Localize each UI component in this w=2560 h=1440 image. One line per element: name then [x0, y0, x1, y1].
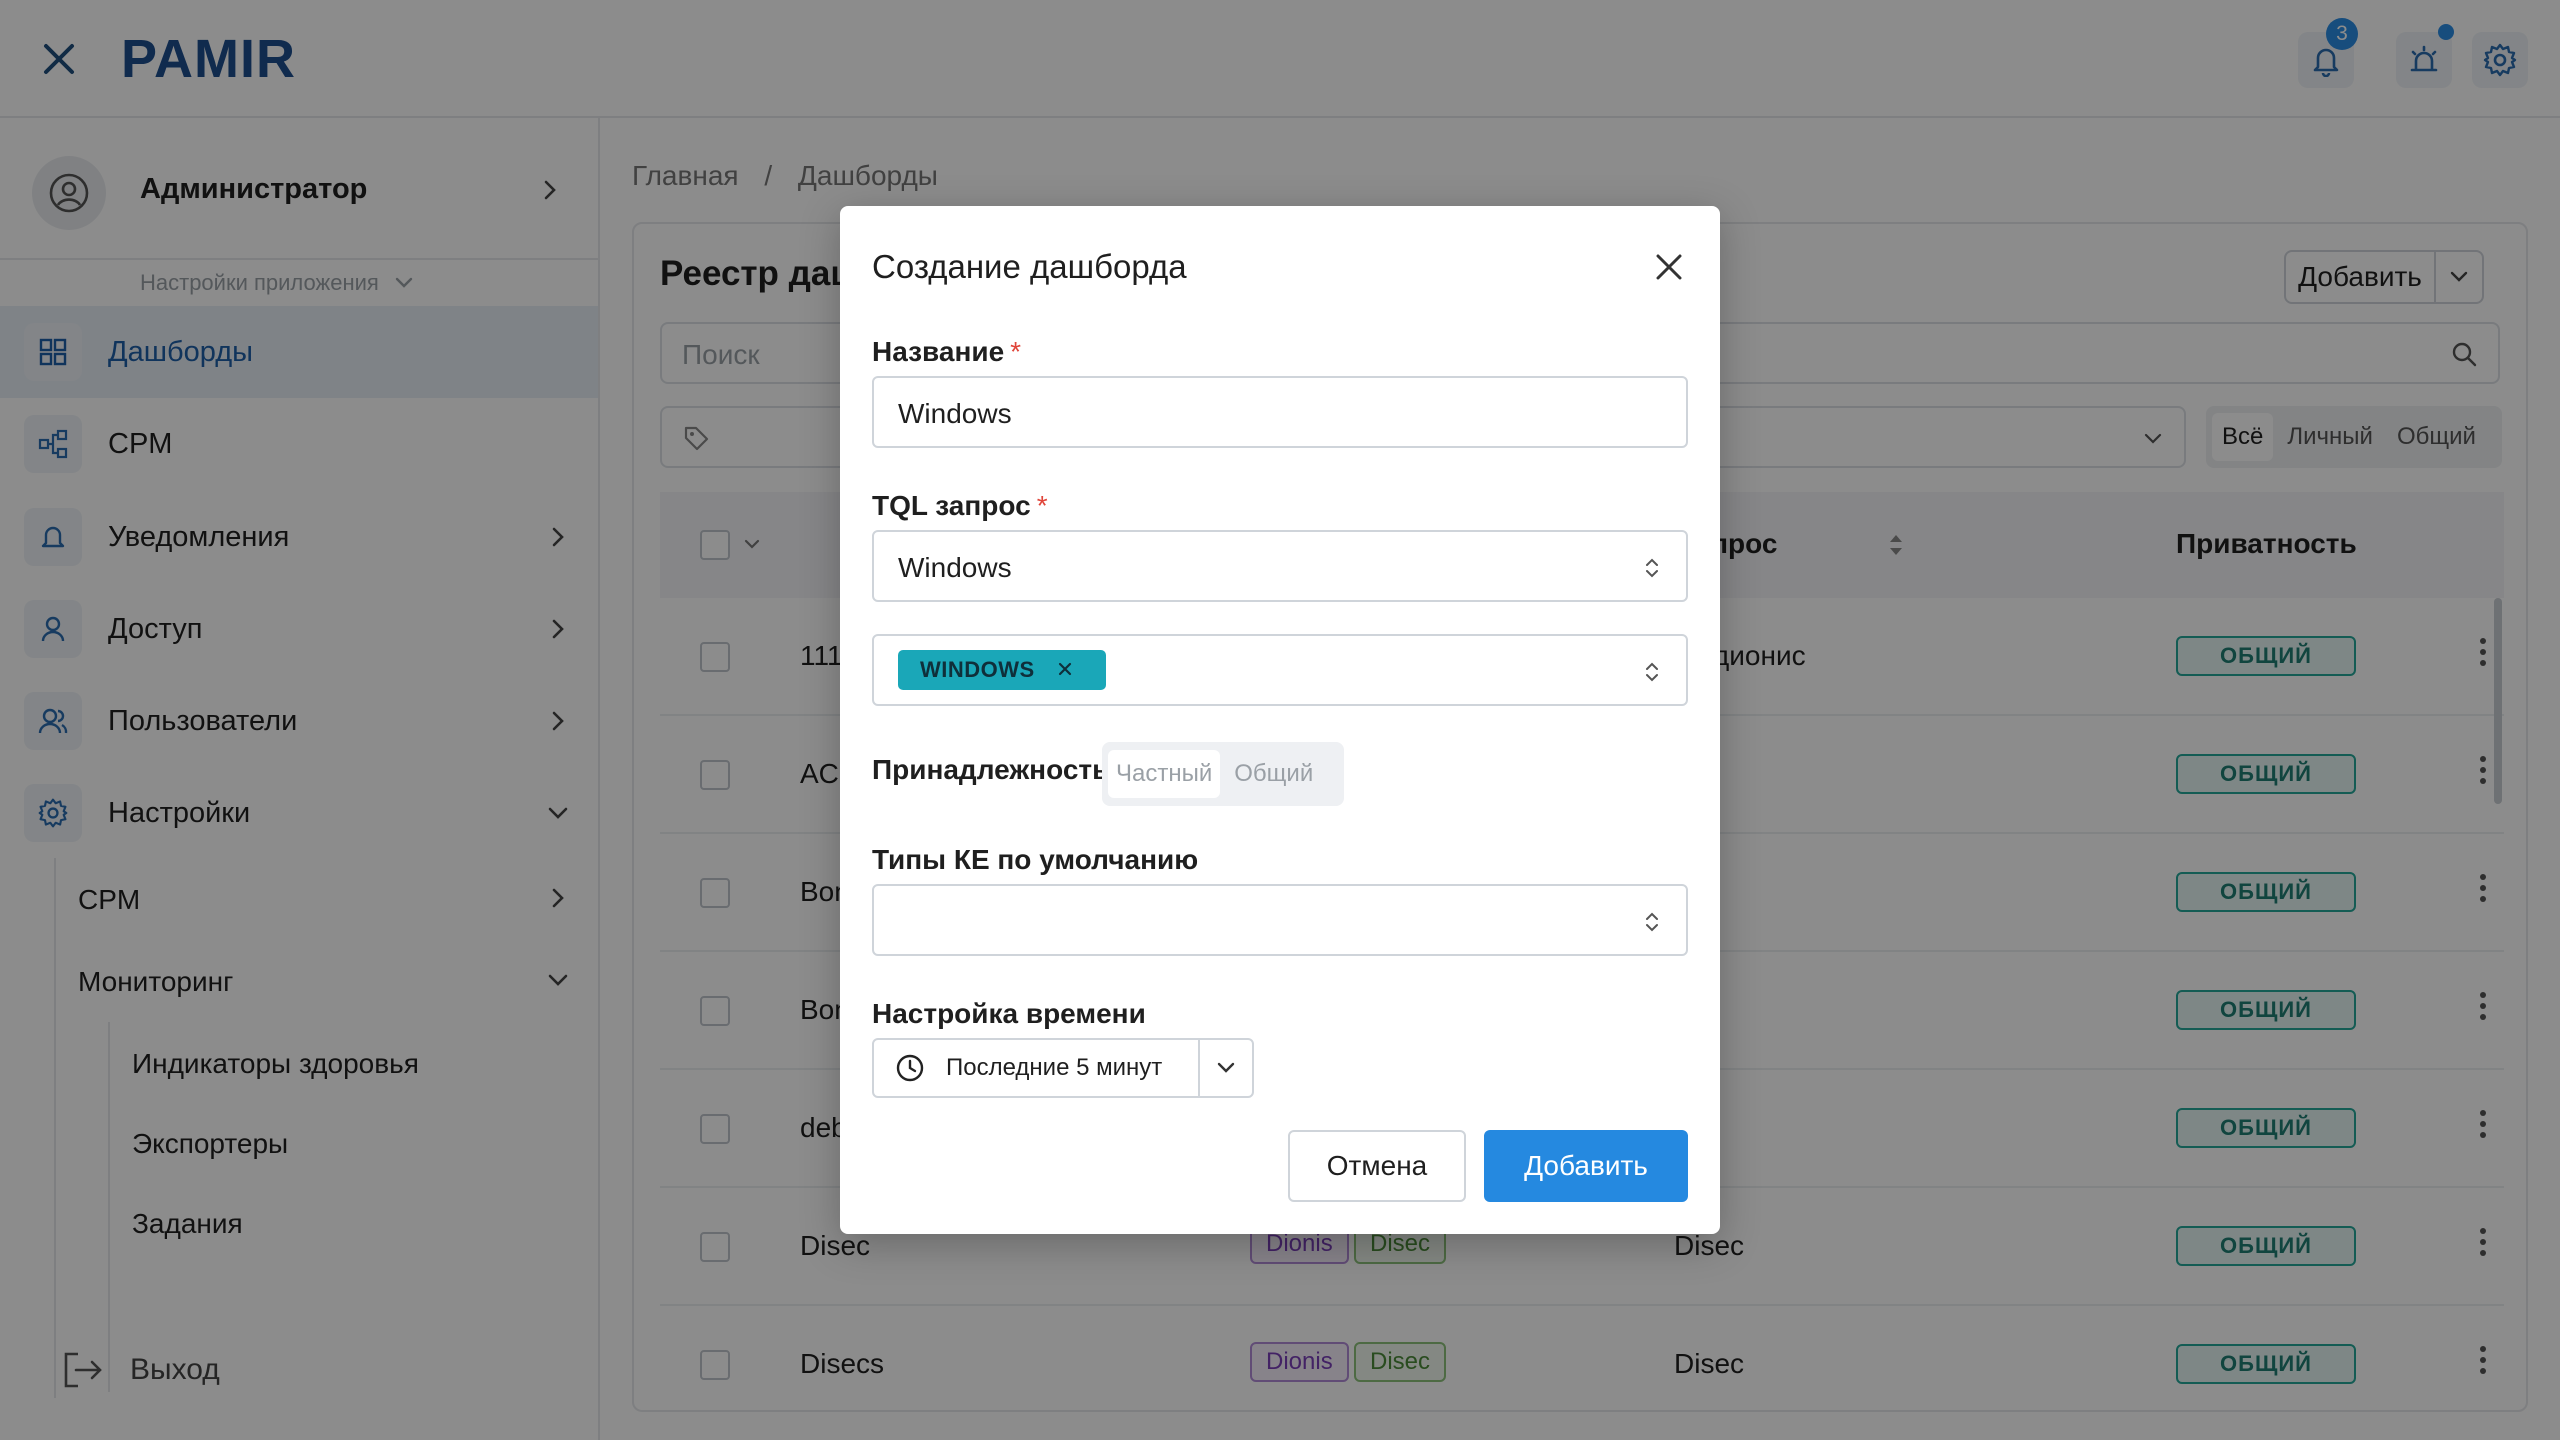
updown-chevron-icon [1646, 662, 1658, 682]
tql-query-select[interactable]: Windows [872, 530, 1688, 602]
name-input[interactable]: Windows [872, 376, 1688, 448]
chevron-down-icon [1217, 1062, 1235, 1073]
create-dashboard-dialog: Создание дашборда Название * Windows TQL … [840, 206, 1720, 1234]
ke-types-label: Типы КЕ по умолчанию [872, 844, 1199, 875]
close-icon[interactable] [1650, 248, 1688, 286]
updown-chevron-icon [1646, 558, 1658, 578]
ke-types-select[interactable] [872, 884, 1688, 956]
tql-field-label: TQL запрос * [872, 490, 1048, 521]
required-mark: * [1036, 490, 1048, 521]
submit-add-button[interactable]: Добавить [1484, 1130, 1688, 1202]
time-range-value-button[interactable]: Последние 5 минут [874, 1040, 1200, 1096]
time-range-picker[interactable]: Последние 5 минут [872, 1038, 1254, 1098]
ownership-shared-option[interactable]: Общий [1226, 750, 1321, 798]
name-input-value: Windows [898, 398, 1012, 429]
tag-chip-label: WINDOWS [920, 657, 1035, 682]
name-field-label: Название * [872, 336, 1022, 367]
time-settings-label: Настройка времени [872, 998, 1146, 1029]
ownership-toggle: Частный Общий [1102, 742, 1344, 806]
ownership-private-option[interactable]: Частный [1108, 750, 1221, 798]
time-range-value: Последние 5 минут [946, 1054, 1163, 1081]
updown-chevron-icon [1646, 912, 1658, 932]
clock-icon [896, 1054, 924, 1082]
tag-chip: WINDOWS [898, 650, 1106, 690]
tags-select[interactable]: WINDOWS [872, 634, 1688, 706]
tql-query-value: Windows [898, 552, 1012, 583]
ownership-label: Принадлежность [872, 754, 1110, 785]
required-mark: * [1010, 336, 1022, 367]
cancel-button[interactable]: Отмена [1288, 1130, 1466, 1202]
time-range-dropdown-toggle[interactable] [1200, 1040, 1252, 1096]
remove-tag-icon[interactable] [1056, 660, 1074, 678]
dialog-title: Создание дашборда [872, 248, 1187, 285]
